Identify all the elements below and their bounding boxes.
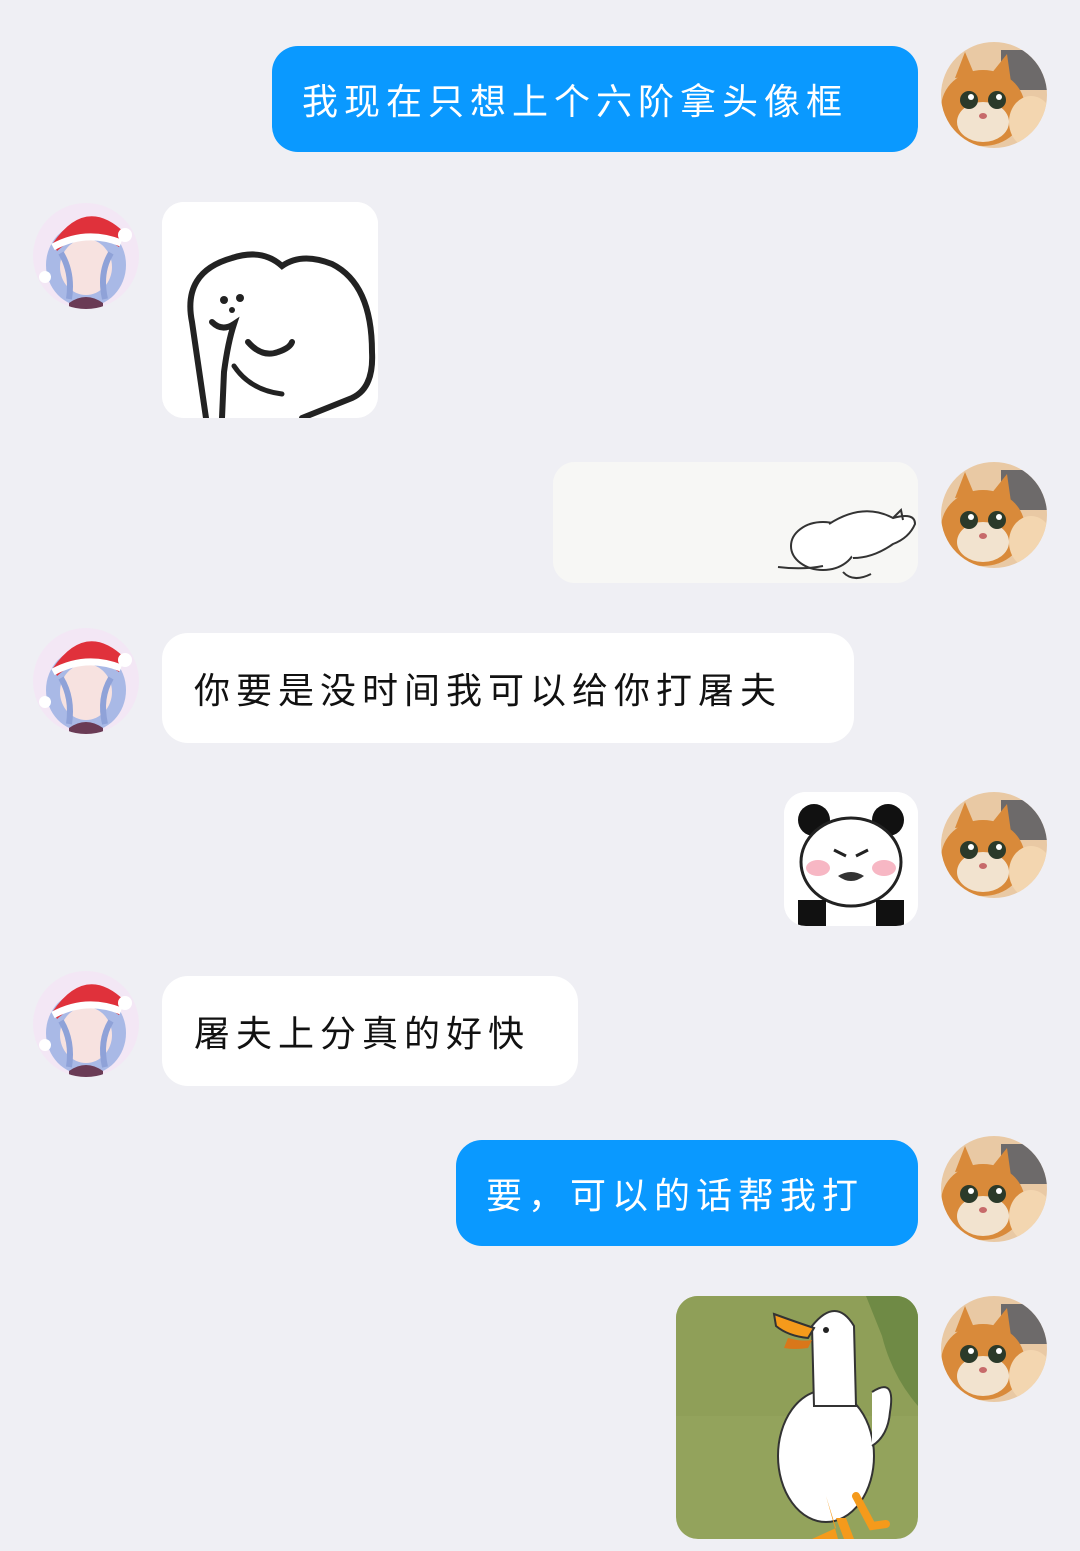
message-bubble-sent[interactable]: 我现在只想上个六阶拿头像框	[272, 46, 918, 152]
my-avatar[interactable]	[941, 1136, 1047, 1242]
contact-avatar[interactable]	[33, 971, 139, 1077]
my-avatar[interactable]	[941, 462, 1047, 568]
message-text: 你要是没时间我可以给你打屠夫	[194, 671, 783, 712]
my-avatar[interactable]	[941, 1296, 1047, 1402]
message-bubble-sent[interactable]: 要，可以的话帮我打	[456, 1140, 918, 1246]
my-avatar[interactable]	[941, 42, 1047, 148]
my-avatar[interactable]	[941, 792, 1047, 898]
lying-cat-sticker[interactable]	[553, 462, 918, 583]
message-bubble-received[interactable]: 你要是没时间我可以给你打屠夫	[162, 633, 854, 743]
contact-avatar[interactable]	[33, 203, 139, 309]
shy-bear-sticker[interactable]	[162, 202, 378, 418]
message-bubble-received[interactable]: 屠夫上分真的好快	[162, 976, 578, 1086]
message-text: 屠夫上分真的好快	[194, 1014, 531, 1055]
contact-avatar[interactable]	[33, 628, 139, 734]
walking-duck-sticker[interactable]	[676, 1296, 918, 1539]
message-text: 要，可以的话帮我打	[486, 1176, 865, 1217]
panda-face-sticker[interactable]	[784, 792, 918, 926]
message-text: 我现在只想上个六阶拿头像框	[302, 82, 849, 123]
